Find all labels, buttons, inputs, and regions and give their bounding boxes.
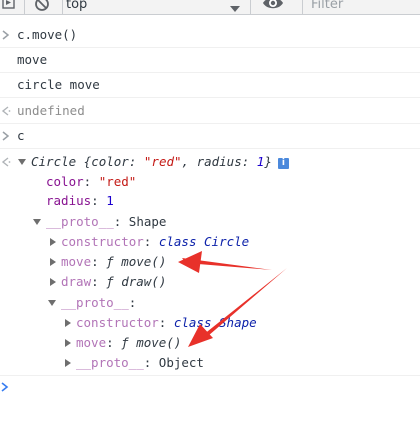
annotation-arrow-2: [188, 268, 287, 347]
property-value: "red": [98, 174, 137, 189]
console-input-row: c: [0, 124, 420, 149]
class-name: Circle: [31, 154, 77, 169]
console-log-row: circle move: [0, 73, 420, 98]
property-value: ƒ move(): [106, 254, 167, 269]
summary-text: }: [264, 154, 272, 169]
property-key: constructor: [61, 234, 144, 249]
property-key: move: [76, 335, 107, 350]
property-key: color: [46, 174, 84, 189]
toolbar-divider: [62, 0, 63, 14]
property-proto[interactable]: __proto__: Shape: [46, 212, 166, 232]
property-value: class Circle: [158, 234, 250, 249]
expand-triangle-icon[interactable]: [50, 278, 56, 286]
property-value: Shape: [128, 214, 167, 229]
property-key: __proto__: [76, 355, 144, 370]
console-command: c: [17, 128, 25, 143]
property-value: 1: [106, 193, 114, 208]
filter-placeholder: Filter: [311, 0, 344, 12]
result-arrow-icon: [1, 156, 11, 171]
expand-triangle-icon[interactable]: [50, 238, 56, 246]
property-move[interactable]: move: ƒ move(): [76, 333, 181, 353]
property-key: constructor: [76, 315, 159, 330]
eye-icon[interactable]: [262, 0, 284, 14]
property-value: ƒ move(): [121, 335, 182, 350]
expand-triangle-icon[interactable]: [18, 159, 26, 165]
prompt-chevron-icon: [1, 130, 11, 145]
property-radius: radius: 1: [46, 193, 114, 208]
property-color: color: "red": [46, 174, 137, 189]
toolbar-divider: [24, 0, 25, 14]
console-toolbar: top Filter: [0, 0, 420, 15]
console-result-row: undefined: [0, 99, 420, 124]
expand-triangle-icon[interactable]: [65, 319, 71, 327]
expand-triangle-icon[interactable]: [33, 219, 41, 225]
filter-input[interactable]: Filter: [302, 0, 420, 14]
object-summary[interactable]: Circle {color: "red", radius: 1} i: [31, 152, 289, 172]
summary-text: {color:: [76, 154, 144, 169]
expand-triangle-icon[interactable]: [50, 258, 56, 266]
summary-color-value: "red": [143, 154, 182, 169]
property-key: __proto__: [61, 295, 129, 310]
console-log-row: move: [0, 48, 420, 73]
prompt-chevron-icon: [0, 381, 10, 396]
console-result-text: undefined: [17, 103, 85, 118]
property-draw[interactable]: draw: ƒ draw(): [61, 272, 166, 292]
property-value: ƒ draw(): [106, 274, 167, 289]
expand-triangle-icon[interactable]: [65, 359, 71, 367]
console-input-row: c.move(): [0, 23, 420, 48]
console-command: c.move(): [17, 27, 78, 42]
property-move[interactable]: move: ƒ move(): [61, 252, 166, 272]
property-constructor[interactable]: constructor: class Shape: [76, 313, 257, 333]
property-key: draw: [61, 274, 92, 289]
property-key: __proto__: [46, 214, 114, 229]
property-proto[interactable]: __proto__: Object: [76, 353, 204, 373]
console-log-text: move: [17, 52, 48, 67]
property-value: Object: [158, 355, 204, 370]
property-proto[interactable]: __proto__:: [61, 293, 136, 313]
block-icon[interactable]: [34, 0, 50, 14]
property-value: class Shape: [173, 315, 257, 330]
toolbar-divider: [250, 0, 251, 14]
info-icon[interactable]: i: [277, 158, 289, 169]
console-prompt-input[interactable]: [0, 377, 420, 397]
context-select-value: top: [66, 0, 88, 12]
row-divider: [0, 375, 420, 376]
expand-triangle-icon[interactable]: [48, 300, 56, 306]
context-select[interactable]: top: [66, 0, 242, 14]
expand-triangle-icon[interactable]: [65, 339, 71, 347]
execute-icon[interactable]: [2, 0, 16, 13]
dropdown-arrow-icon: [230, 1, 240, 14]
property-constructor[interactable]: constructor: class Circle: [61, 232, 249, 252]
prompt-chevron-icon: [1, 29, 11, 44]
property-key: move: [61, 254, 92, 269]
property-key: radius: [46, 193, 92, 208]
result-arrow-icon: [1, 105, 11, 120]
summary-text: , radius:: [181, 154, 257, 169]
console-log-text: circle move: [17, 77, 100, 92]
annotation-arrow-1: [178, 251, 272, 273]
